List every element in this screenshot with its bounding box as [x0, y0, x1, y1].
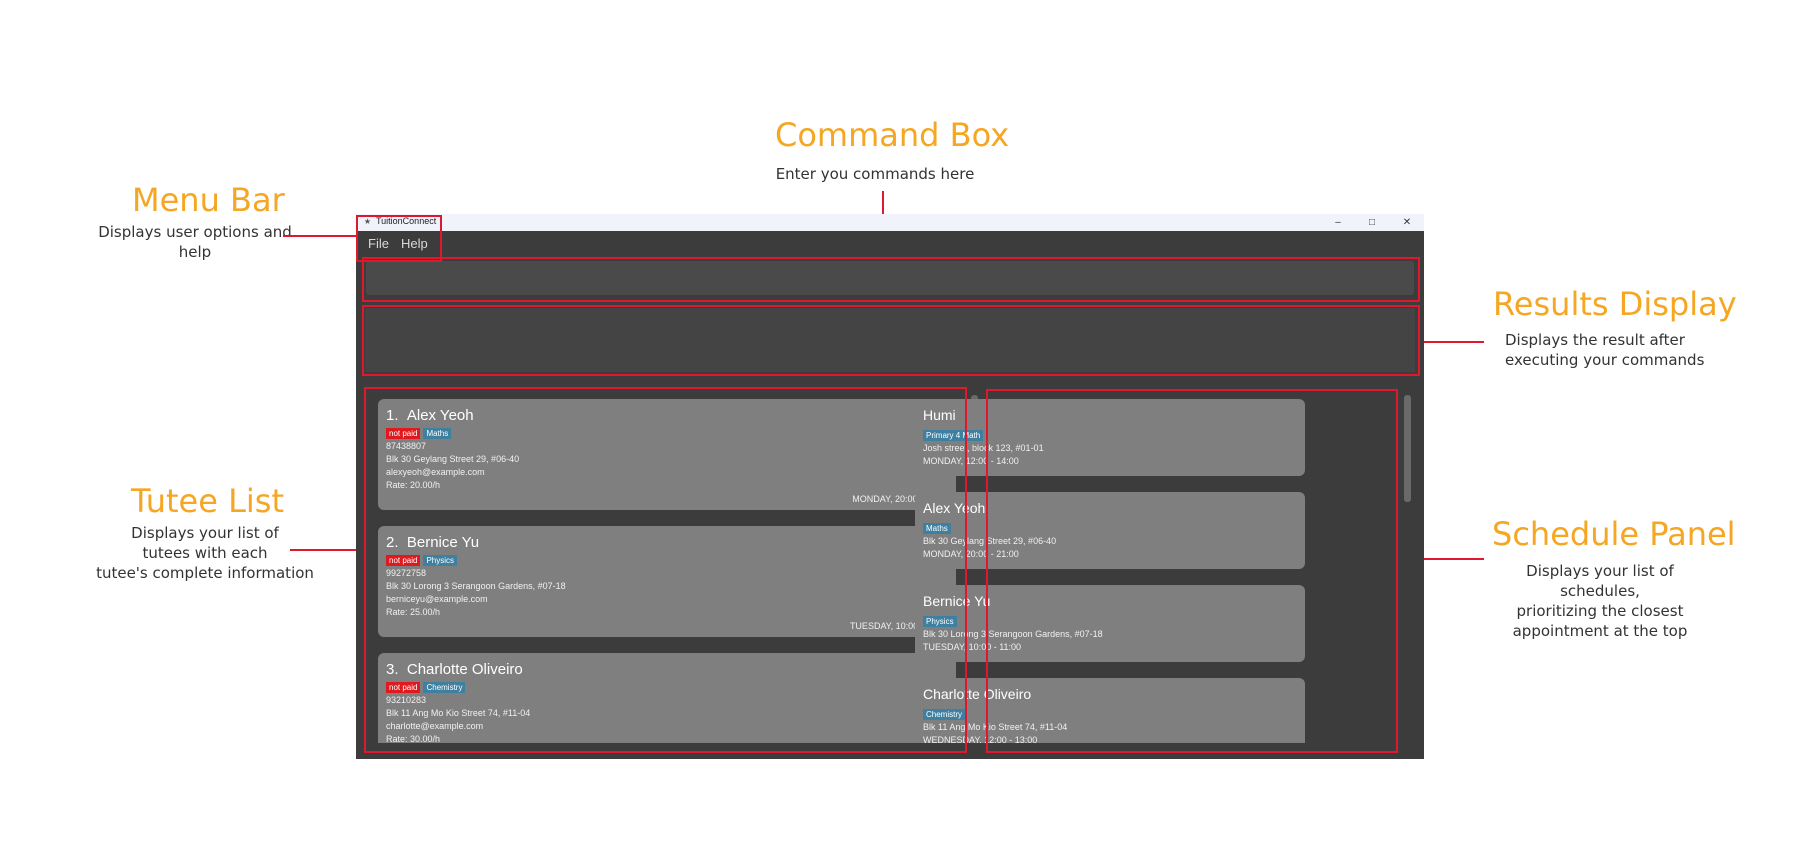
app-window: ★ TuitionConnect – □ ✕ File Help 1. Alex… — [356, 214, 1424, 759]
schedule-tags: Chemistry — [923, 709, 968, 720]
command-input[interactable] — [366, 261, 1414, 295]
results-display-pointer — [1418, 341, 1484, 343]
command-box-annotation-desc: Enter you commands here — [775, 165, 975, 183]
paid-status-badge: not paid — [386, 555, 421, 566]
subject-tag: Chemistry — [423, 682, 466, 693]
tutee-list-desc-line-1: Displays your list of — [131, 524, 279, 542]
close-icon[interactable]: ✕ — [1392, 214, 1422, 231]
tutee-phone: 99272758 — [386, 568, 427, 578]
schedule-panel-desc-line-3: appointment at the top — [1512, 622, 1688, 640]
menu-bar-desc-line-2: help — [178, 243, 212, 261]
schedule-card[interactable]: Alex Yeoh Maths Blk 30 Geylang Street 29… — [915, 492, 1305, 569]
paid-status-badge: not paid — [386, 682, 421, 693]
menu-bar-pointer — [283, 235, 356, 237]
tutee-email: charlotte@example.com — [386, 721, 484, 731]
subject-tag: Physics — [923, 616, 957, 627]
schedule-address: Blk 30 Lorong 3 Serangoon Gardens, #07-1… — [923, 629, 1103, 639]
schedule-tags: Maths — [923, 523, 954, 534]
tutee-index: 1. — [386, 407, 399, 424]
tutee-list-annotation-title: Tutee List — [131, 482, 284, 520]
results-display-annotation-desc: Displays the result after executing your… — [1505, 330, 1705, 370]
schedule-tags: Physics — [923, 616, 960, 627]
schedule-panel-desc-line-2: prioritizing the closest — [1516, 602, 1684, 620]
tutee-name: 2. Bernice Yu — [386, 534, 479, 551]
command-box-annotation-title: Command Box — [775, 116, 1010, 154]
subject-tag: Chemistry — [923, 709, 966, 720]
schedule-address: Blk 30 Geylang Street 29, #06-40 — [923, 536, 1057, 546]
schedule-time: MONDAY, 20:00 - 21:00 — [923, 549, 1019, 559]
tutee-card[interactable]: 3. Charlotte Oliveiro not paid Chemistry … — [378, 653, 956, 743]
menu-help[interactable]: Help — [401, 236, 428, 251]
tutee-rate: Rate: 30.00/h — [386, 734, 441, 743]
schedule-panel-annotation-title: Schedule Panel — [1492, 515, 1736, 553]
results-display — [365, 308, 1415, 372]
tutee-name-text: Alex Yeoh — [406, 407, 474, 424]
results-display-desc-line-1: Displays the result after — [1505, 331, 1685, 349]
schedule-tags: Primary 4 Math — [923, 430, 986, 441]
menu-bar: File Help — [356, 231, 1424, 255]
schedule-name: Bernice Yu — [923, 593, 991, 609]
schedule-card[interactable]: Charlotte Oliveiro Chemistry Blk 11 Ang … — [915, 678, 1305, 743]
subject-tag: Primary 4 Math — [923, 430, 984, 441]
tutee-index: 2. — [386, 534, 399, 551]
tutee-name-text: Charlotte Oliveiro — [406, 661, 523, 678]
schedule-panel-desc-line-1: Displays your list of schedules, — [1526, 562, 1674, 600]
schedule-panel-annotation-desc: Displays your list of schedules, priorit… — [1490, 561, 1710, 641]
tutee-list-annotation-desc: Displays your list of tutees with each t… — [95, 523, 315, 583]
app-icon: ★ — [363, 217, 372, 226]
schedule-panel[interactable]: Humi Primary 4 Math Josh street, block 1… — [907, 389, 1321, 743]
menu-file[interactable]: File — [368, 236, 389, 251]
results-display-desc-line-2: executing your commands — [1505, 351, 1705, 369]
menu-bar-desc-line-1: Displays user options and — [98, 223, 292, 241]
tutee-list-pointer — [290, 549, 364, 551]
schedule-name: Humi — [923, 407, 956, 423]
title-bar: ★ TuitionConnect – □ ✕ — [356, 214, 1424, 231]
tutee-tags: not paid Maths — [386, 428, 454, 439]
schedule-panel-scrollbar[interactable] — [1404, 395, 1411, 502]
tutee-list-desc-line-3: tutee's complete information — [96, 564, 314, 582]
schedule-address: Josh street, block 123, #01-01 — [923, 443, 1044, 453]
tutee-email: berniceyu@example.com — [386, 594, 488, 604]
tutee-address: Blk 11 Ang Mo Kio Street 74, #11-04 — [386, 708, 531, 718]
paid-status-badge: not paid — [386, 428, 421, 439]
tutee-rate: Rate: 25.00/h — [386, 607, 441, 617]
schedule-time: TUESDAY, 10:00 - 11:00 — [923, 642, 1022, 652]
schedule-time: MONDAY, 12:00 - 14:00 — [923, 456, 1019, 466]
schedule-time: WEDNESDAY, 12:00 - 13:00 — [923, 735, 1038, 743]
maximize-icon[interactable]: □ — [1357, 214, 1387, 231]
subject-tag: Maths — [923, 523, 951, 534]
tutee-tags: not paid Chemistry — [386, 682, 468, 693]
tutee-name: 1. Alex Yeoh — [386, 407, 474, 424]
subject-tag: Maths — [423, 428, 452, 439]
tutee-rate: Rate: 20.00/h — [386, 480, 441, 490]
tutee-list[interactable]: 1. Alex Yeoh not paid Maths 87438807 Blk … — [366, 389, 966, 743]
tutee-email: alexyeoh@example.com — [386, 467, 485, 477]
tutee-name: 3. Charlotte Oliveiro — [386, 661, 523, 678]
schedule-card[interactable]: Bernice Yu Physics Blk 30 Lorong 3 Seran… — [915, 585, 1305, 662]
schedule-name: Alex Yeoh — [923, 500, 986, 516]
tutee-list-desc-line-2: tutees with each — [142, 544, 268, 562]
tutee-address: Blk 30 Geylang Street 29, #06-40 — [386, 454, 520, 464]
tutee-phone: 93210283 — [386, 695, 427, 705]
tutee-tags: not paid Physics — [386, 555, 460, 566]
schedule-card[interactable]: Humi Primary 4 Math Josh street, block 1… — [915, 399, 1305, 476]
tutee-card[interactable]: 1. Alex Yeoh not paid Maths 87438807 Blk … — [378, 399, 956, 510]
menu-bar-annotation-desc: Displays user options and help — [95, 222, 295, 262]
schedule-name: Charlotte Oliveiro — [923, 686, 1032, 702]
tutee-phone: 87438807 — [386, 441, 427, 451]
subject-tag: Physics — [423, 555, 458, 566]
schedule-address: Blk 11 Ang Mo Kio Street 74, #11-04 — [923, 722, 1068, 732]
tutee-address: Blk 30 Lorong 3 Serangoon Gardens, #07-1… — [386, 581, 566, 591]
tutee-card[interactable]: 2. Bernice Yu not paid Physics 99272758 B… — [378, 526, 956, 637]
tutee-index: 3. — [386, 661, 399, 678]
tutee-name-text: Bernice Yu — [406, 534, 480, 551]
window-title: TuitionConnect — [376, 216, 437, 226]
results-display-annotation-title: Results Display — [1493, 285, 1737, 323]
menu-bar-annotation-title: Menu Bar — [132, 181, 285, 219]
minimize-icon[interactable]: – — [1323, 214, 1353, 231]
